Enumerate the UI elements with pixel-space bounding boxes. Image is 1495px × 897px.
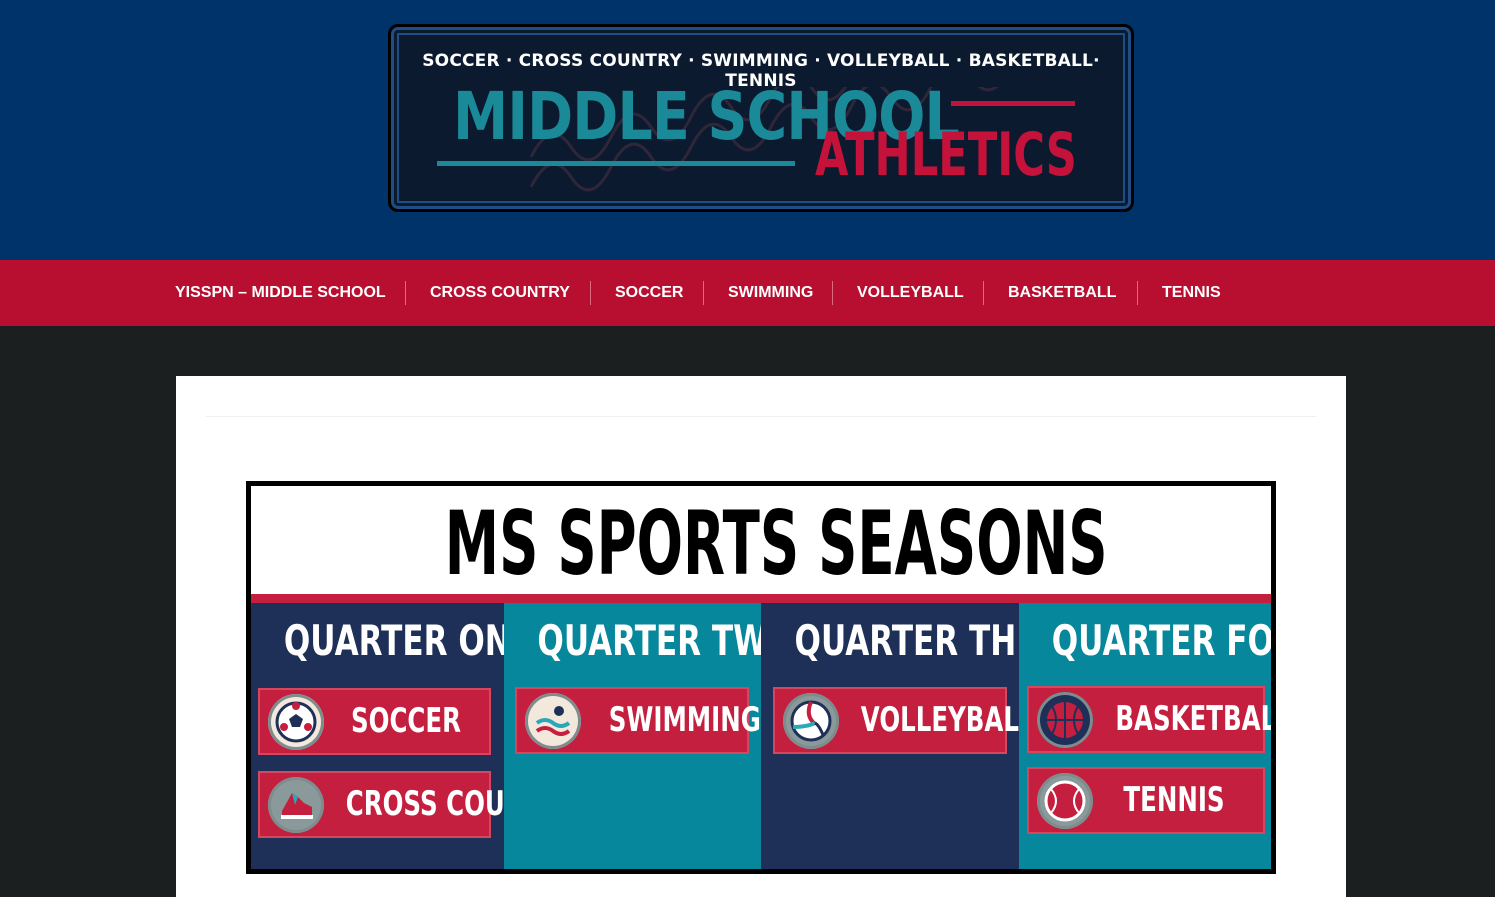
- sports-seasons-graphic: MS SPORTS SEASONS QUARTER ONE SOCCER CRO…: [246, 481, 1276, 874]
- site-logo[interactable]: SOCCER · CROSS COUNTRY · SWIMMING · VOLL…: [388, 24, 1134, 212]
- sport-label: SWIMMING: [608, 700, 761, 740]
- quarter-heading: QUARTER THREE: [794, 616, 1083, 665]
- nav-item-basketball[interactable]: BASKETBALL: [1008, 260, 1116, 326]
- seasons-title: MS SPORTS SEASONS: [444, 492, 1108, 595]
- running-shoe-icon: [268, 777, 324, 833]
- nav-divider: [1137, 281, 1138, 305]
- sport-label: BASKETBALL: [1115, 699, 1276, 739]
- nav-item-soccer[interactable]: SOCCER: [615, 260, 683, 326]
- soccer-ball-icon: [268, 694, 324, 750]
- quarter-two-column: QUARTER TWO SWIMMING: [504, 603, 794, 869]
- nav-item-volleyball[interactable]: VOLLEYBALL: [857, 260, 964, 326]
- sport-label: VOLLEYBALL: [860, 700, 1035, 740]
- sport-label: CROSS COUNTRY: [345, 784, 578, 824]
- volleyball-button[interactable]: VOLLEYBALL: [773, 687, 1035, 754]
- quarter-one-column: QUARTER ONE SOCCER CROSS COUNTRY: [251, 603, 578, 869]
- main-nav: YISSPN – MIDDLE SCHOOL CROSS COUNTRY SOC…: [0, 260, 1495, 326]
- nav-item-yisspn-middle-school[interactable]: YISSPN – MIDDLE SCHOOL: [175, 260, 386, 326]
- volleyball-icon: [783, 693, 839, 749]
- quarter-heading: QUARTER FOUR: [1051, 616, 1274, 665]
- tennis-button[interactable]: TENNIS: [1027, 767, 1265, 834]
- nav-divider: [590, 281, 591, 305]
- quarter-heading: QUARTER ONE: [283, 616, 533, 665]
- content-divider: [206, 416, 1316, 417]
- sport-label: TENNIS: [1123, 780, 1225, 820]
- soccer-button[interactable]: SOCCER: [258, 688, 491, 755]
- sport-label: SOCCER: [351, 701, 461, 741]
- swimming-button[interactable]: SWIMMING: [515, 687, 761, 754]
- seasons-title-rule: [251, 594, 1271, 603]
- basketball-icon: [1037, 692, 1093, 748]
- nav-divider: [405, 281, 406, 305]
- basketball-button[interactable]: BASKETBALL: [1027, 686, 1276, 753]
- quarter-four-column: QUARTER FOUR BASKETBALL TENNIS: [1019, 603, 1271, 869]
- logo-red-rule: [951, 101, 1075, 106]
- content-area: MS SPORTS SEASONS QUARTER ONE SOCCER CRO…: [176, 376, 1346, 897]
- logo-title-sub: ATHLETICS: [815, 120, 1077, 190]
- nav-item-swimming[interactable]: SWIMMING: [728, 260, 813, 326]
- quarter-heading: QUARTER TWO: [537, 616, 794, 665]
- quarter-three-column: QUARTER THREE VOLLEYBALL: [761, 603, 1083, 869]
- cross-country-button[interactable]: CROSS COUNTRY: [258, 771, 578, 838]
- logo-teal-rule: [437, 161, 795, 166]
- nav-item-tennis[interactable]: TENNIS: [1162, 260, 1221, 326]
- nav-item-cross-country[interactable]: CROSS COUNTRY: [430, 260, 570, 326]
- nav-divider: [832, 281, 833, 305]
- nav-divider: [983, 281, 984, 305]
- site-header: SOCCER · CROSS COUNTRY · SWIMMING · VOLL…: [0, 0, 1495, 260]
- tennis-ball-icon: [1037, 773, 1093, 829]
- nav-divider: [703, 281, 704, 305]
- swimmer-icon: [525, 693, 581, 749]
